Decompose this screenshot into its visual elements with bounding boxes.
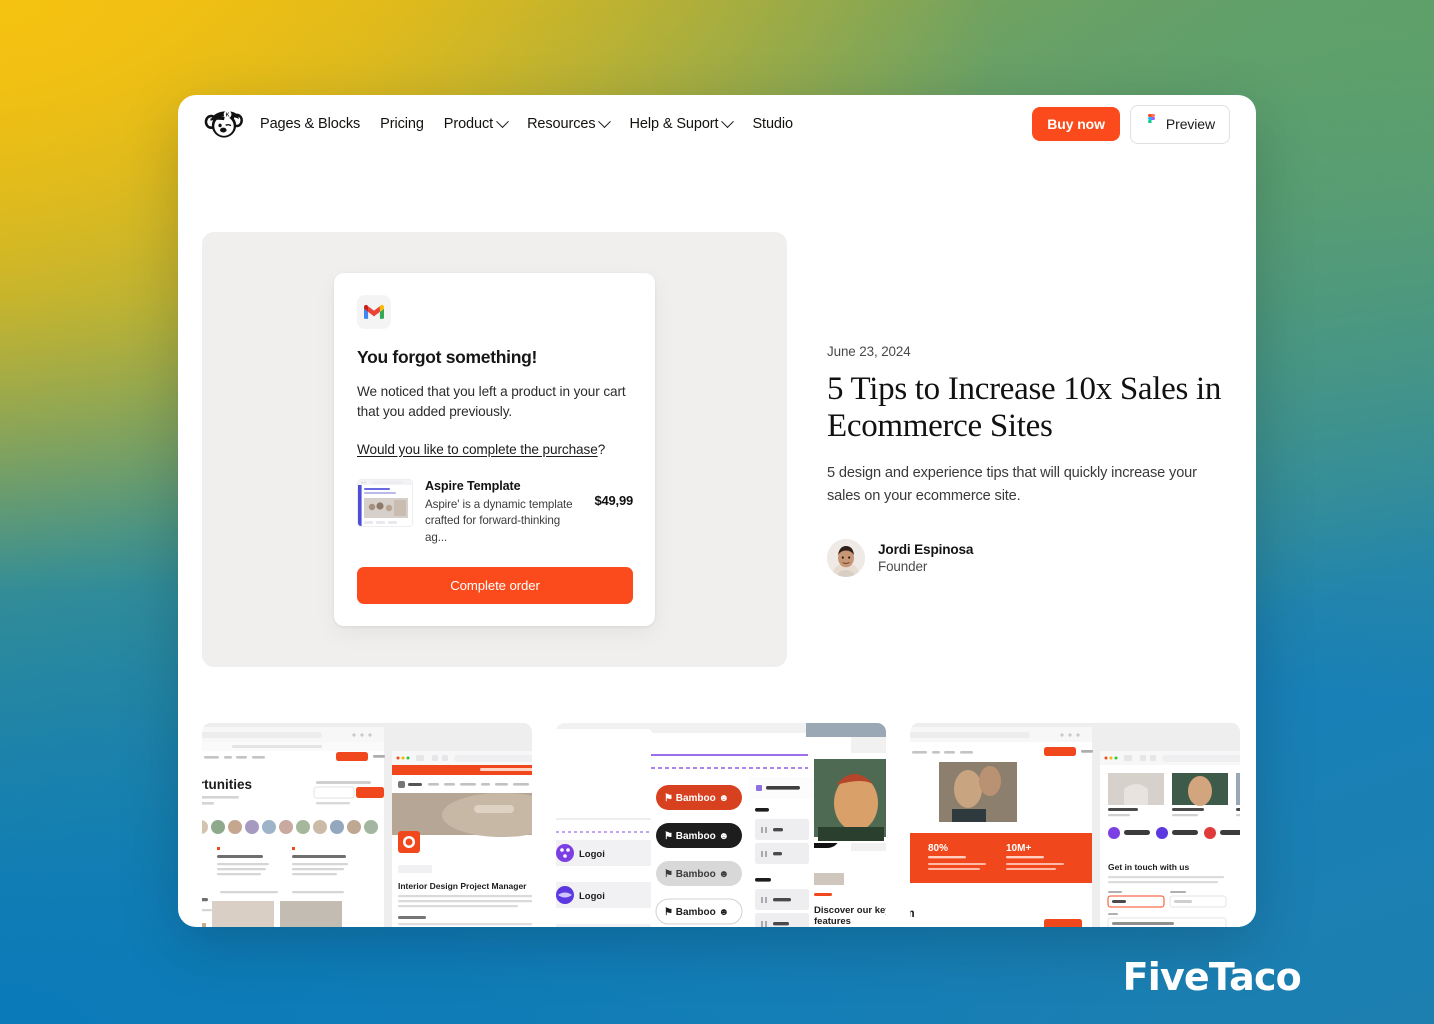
nav-label: Product (443, 116, 494, 132)
abandoned-cart-email-card: You forgot something! We noticed that yo… (334, 273, 655, 626)
svg-text:⚑ Bamboo ☻: ⚑ Bamboo ☻ (664, 793, 729, 804)
nav-label: Resources (527, 116, 596, 132)
svg-text:Interior Design Project Manage: Interior Design Project Manager (398, 881, 527, 891)
chevron-down-icon (721, 114, 735, 128)
header-actions: Buy now Preview (1032, 104, 1230, 144)
site-header: K Pages & Blocks Pricing Product Resourc… (178, 95, 1256, 153)
nav-item-studio[interactable]: Studio (752, 116, 793, 132)
logos-buttons-and-components-template-preview[interactable]: )S ogoipsum Logoi ogoipsum Logoi ogoipsu… (556, 723, 886, 927)
fivetaco-watermark: FiveTaco (1122, 955, 1302, 999)
nav-label: Pages & Blocks (260, 116, 361, 132)
email-purchase-link-suffix: ? (597, 441, 606, 457)
article-date: June 23, 2024 (827, 344, 911, 359)
article-author: Jordi Espinosa Founder (827, 539, 1222, 578)
nav-label: Pricing (380, 116, 424, 132)
svg-text:⚑ Bamboo ☻: ⚑ Bamboo ☻ (664, 869, 729, 880)
email-preview-panel: You forgot something! We noticed that yo… (202, 232, 787, 667)
koala-mascot-logo[interactable]: K (204, 106, 244, 142)
svg-text:Discover our key: Discover our key (814, 905, 886, 916)
email-body-text: We noticed that you left a product in yo… (357, 384, 626, 419)
email-headline: You forgot something! (357, 347, 538, 368)
svg-text:10M+: 10M+ (1006, 843, 1031, 854)
author-avatar (827, 539, 865, 578)
nav-item-resources[interactable]: Resources (527, 114, 612, 132)
article-excerpt: 5 design and experience tips that will q… (827, 464, 1197, 504)
product-description: Aspire' is a dynamic template crafted fo… (425, 497, 573, 545)
svg-text:en Opportunities: en Opportunities (202, 777, 252, 792)
site-window: K Pages & Blocks Pricing Product Resourc… (178, 95, 1256, 927)
preview-button[interactable]: Preview (1129, 104, 1230, 144)
product-price: $49,99 (594, 492, 633, 508)
svg-text:Logoi: Logoi (579, 891, 605, 902)
svg-text:⚑ Bamboo ☻: ⚑ Bamboo ☻ (664, 831, 729, 842)
email-purchase-link[interactable]: Would you like to complete the purchase? (357, 442, 633, 457)
hero-section: You forgot something! We noticed that yo… (178, 232, 1256, 667)
chevron-down-icon (496, 114, 509, 128)
svg-text:K: K (226, 112, 230, 118)
svg-text:Get in touch with us: Get in touch with us (1108, 862, 1189, 872)
article-summary: June 23, 2024 5 Tips to Increase 10x Sal… (787, 232, 1232, 667)
article-title: 5 Tips to Increase 10x Sales in Ecommerc… (827, 371, 1222, 444)
template-preview-thumbnail (357, 478, 413, 527)
svg-text:Logoi: Logoi (579, 849, 605, 860)
nav-item-pricing[interactable]: Pricing (380, 116, 424, 132)
template-gallery: en Opportunities (178, 723, 1256, 927)
preview-label: Preview (1165, 116, 1215, 132)
nav-label: Studio (752, 116, 793, 132)
svg-text:et our team: et our team (910, 906, 915, 920)
author-role: Founder (878, 559, 928, 575)
careers-and-job-listing-template-preview[interactable]: en Opportunities (202, 723, 532, 927)
author-meta: Jordi Espinosa Founder (878, 542, 974, 575)
svg-text:features: features (814, 916, 851, 927)
product-name: Aspire Template (425, 478, 521, 493)
nav-item-help-support[interactable]: Help & Suport (629, 114, 735, 132)
author-name: Jordi Espinosa (878, 542, 974, 558)
complete-order-button[interactable]: Complete order (357, 566, 633, 604)
buy-now-button[interactable]: Buy now (1032, 107, 1120, 141)
nav-label: Help & Suport (629, 116, 719, 132)
email-purchase-link-text: Would you like to complete the purchase (357, 441, 598, 457)
main-navigation: Pages & Blocks Pricing Product Resources… (260, 114, 793, 132)
nav-item-pages-blocks[interactable]: Pages & Blocks (260, 116, 360, 132)
gmail-icon (357, 295, 391, 330)
chevron-down-icon (598, 114, 612, 128)
svg-text:80%: 80% (928, 843, 948, 854)
nav-item-product[interactable]: Product (443, 114, 509, 132)
figma-icon (1145, 113, 1158, 135)
svg-text:⚑ Bamboo ☻: ⚑ Bamboo ☻ (664, 907, 729, 918)
product-info: Aspire Template Aspire' is a dynamic tem… (425, 479, 582, 547)
about-team-and-contact-template-preview[interactable]: ur story 0+ 80% (910, 723, 1240, 927)
product-row: Aspire Template Aspire' is a dynamic tem… (357, 478, 633, 547)
